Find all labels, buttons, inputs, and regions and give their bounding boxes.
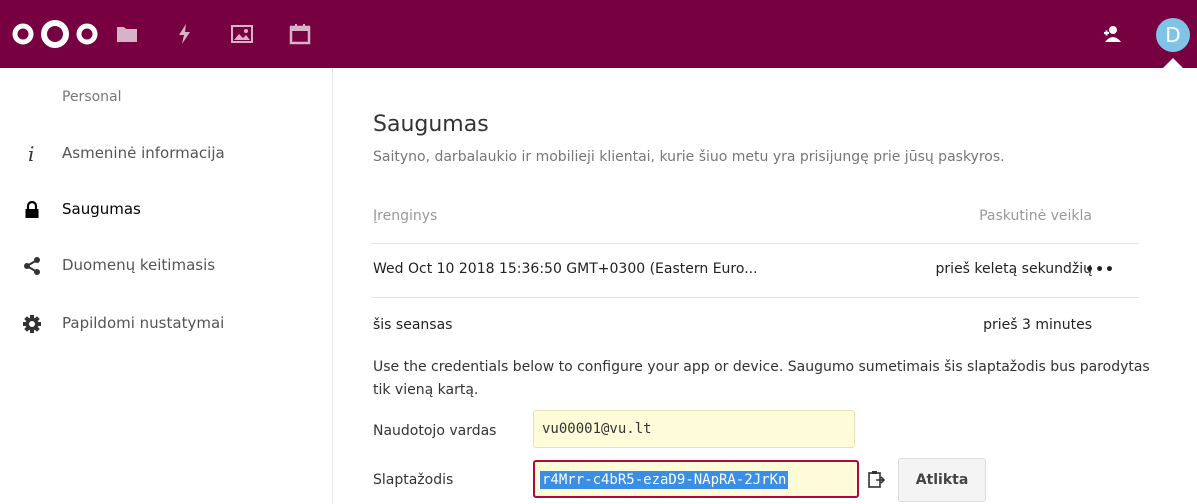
sidebar-caption: Personal [62,89,122,105]
password-label: Slaptažodis [373,472,454,488]
nextcloud-logo[interactable] [12,20,98,48]
share-icon [22,256,42,276]
menu-caret [1163,58,1183,68]
more-options-icon[interactable]: ••• [1085,262,1115,278]
info-icon: i [22,144,42,164]
username-label: Naudotojo vardas [373,423,497,439]
done-button[interactable]: Atlikta [898,458,986,502]
sidebar-item-label: Saugumas [62,200,141,218]
table-row: šis seansas prieš 3 minutes [373,317,1138,333]
divider [371,243,1139,244]
table-header: Įrenginys Paskutinė veikla [373,208,1138,224]
sidebar-item-label: Papildomi nustatymai [62,314,225,332]
sidebar-item-additional-settings[interactable]: Papildomi nustatymai [0,302,332,346]
sidebar-item-personal-info[interactable]: i Asmeninė informacija [0,132,332,176]
activity-icon[interactable] [173,22,197,46]
lock-icon [22,200,42,220]
sidebar-item-security[interactable]: Saugumas [0,188,332,232]
password-field[interactable]: r4Mrr-c4bR5-ezaD9-NApRA-2JrKn [533,460,859,498]
col-last-activity-header: Paskutinė veikla [979,208,1092,224]
sidebar-item-sharing[interactable]: Duomenų keitimasis [0,244,332,288]
username-field[interactable]: vu00001@vu.lt [533,410,855,448]
section-description: Saityno, darbalaukio ir mobilieji klient… [373,149,1005,165]
gallery-icon[interactable] [230,22,254,46]
section-title: Saugumas [373,112,489,137]
sidebar-item-label: Asmeninė informacija [62,144,225,162]
settings-sidebar: Personal i Asmeninė informacija Saugumas… [0,68,333,504]
table-row: Wed Oct 10 2018 15:36:50 GMT+0300 (Easte… [373,261,1138,278]
last-activity: prieš 3 minutes [983,317,1092,333]
device-name: šis seansas [373,317,453,333]
calendar-icon[interactable] [288,22,312,46]
top-header: D [0,0,1197,68]
user-avatar[interactable]: D [1156,18,1190,52]
divider [371,297,1139,298]
clipboard-icon[interactable] [867,470,885,488]
sidebar-item-label: Duomenų keitimasis [62,256,216,274]
last-activity: prieš keletą sekundžių [935,261,1092,277]
svg-text:i: i [28,144,34,164]
device-name: Wed Oct 10 2018 15:36:50 GMT+0300 (Easte… [373,261,758,277]
contacts-icon[interactable] [1102,24,1122,44]
password-value: r4Mrr-c4bR5-ezaD9-NApRA-2JrKn [540,471,789,489]
credentials-info: Use the credentials below to configure y… [373,359,1150,398]
gear-icon [22,314,42,334]
col-device-header: Įrenginys [373,208,438,224]
folder-icon[interactable] [115,22,139,46]
